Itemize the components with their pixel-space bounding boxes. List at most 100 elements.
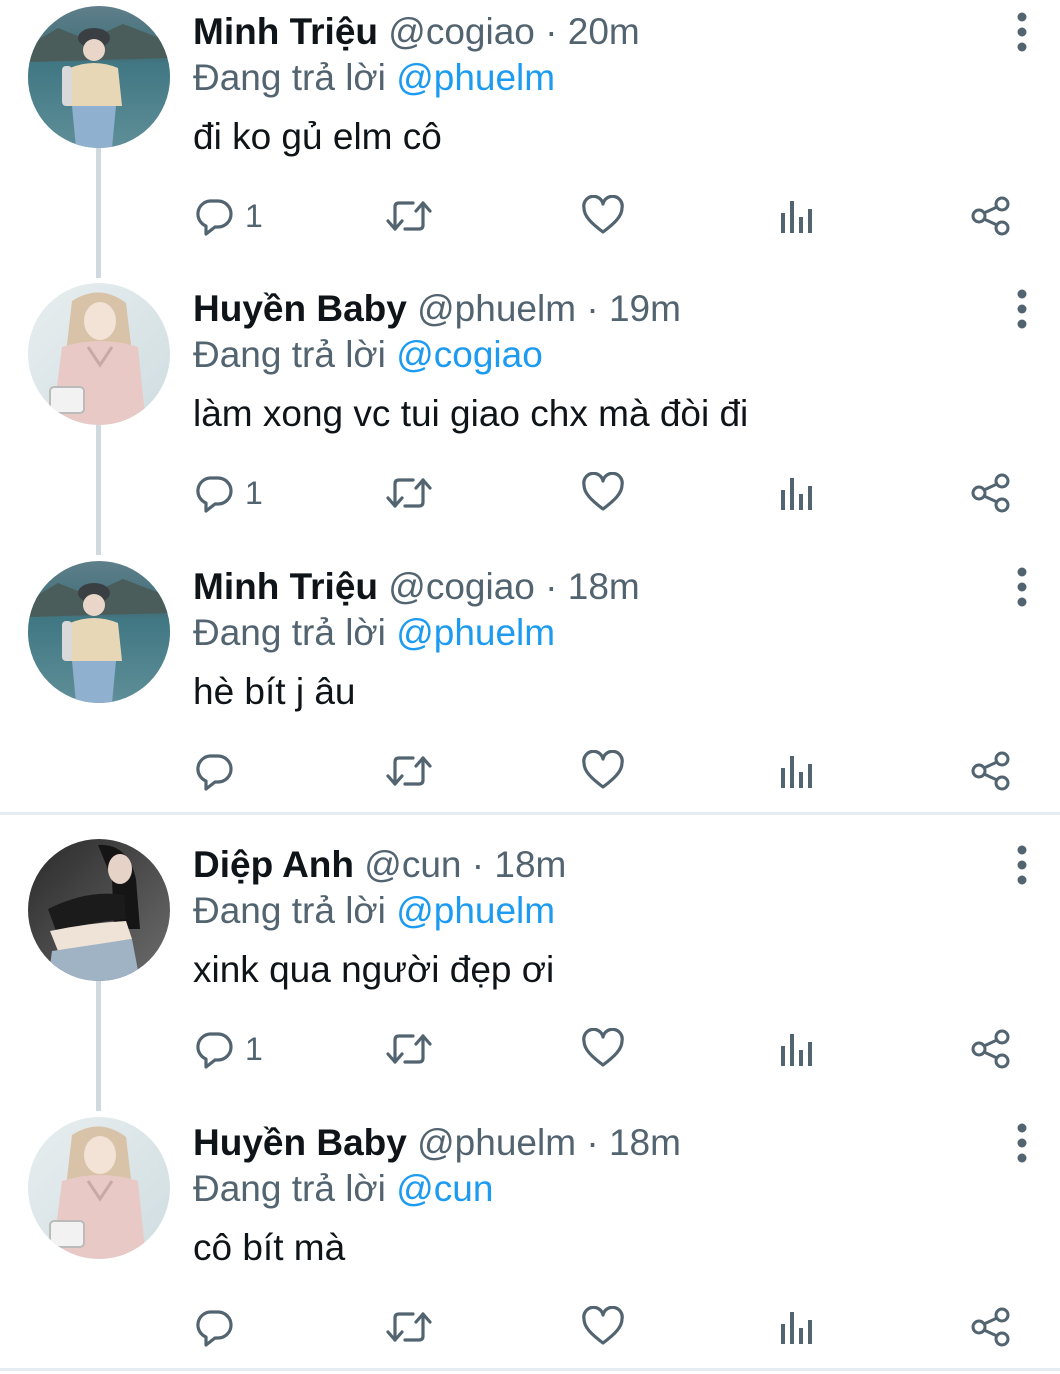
more-button[interactable]: [1002, 843, 1042, 887]
like-icon: [582, 1028, 624, 1067]
thread-divider: [0, 1368, 1060, 1371]
action-bar: 1: [0, 465, 1060, 521]
avatar[interactable]: [28, 283, 170, 425]
tweet-text: hè bít j âu: [193, 671, 356, 712]
separator-dot: ·: [586, 1122, 599, 1163]
reply-count: 1: [245, 474, 263, 511]
avatar[interactable]: [28, 6, 170, 148]
views-icon: [781, 201, 812, 233]
replying-label: Đang trả lời: [193, 57, 386, 98]
mention-link[interactable]: @phuelm: [396, 57, 555, 98]
action-bar: 1: [0, 188, 1060, 244]
timestamp[interactable]: 20m: [568, 11, 640, 52]
tweet-text: cô bít mà: [193, 1227, 346, 1268]
replying-to: Đang trả lời @cun: [193, 1167, 493, 1211]
like-icon: [582, 750, 624, 789]
replying-label: Đang trả lời: [193, 1168, 386, 1209]
retweet-button[interactable]: [385, 1021, 433, 1077]
more-button[interactable]: [1002, 10, 1042, 54]
like-button[interactable]: [581, 1299, 625, 1355]
retweet-icon: [386, 756, 432, 786]
more-icon: [1017, 1123, 1027, 1163]
retweet-button[interactable]: [385, 1299, 433, 1355]
share-icon: [971, 473, 1010, 513]
retweet-button[interactable]: [385, 188, 433, 244]
more-button[interactable]: [1002, 287, 1042, 331]
like-button[interactable]: [581, 743, 625, 799]
like-icon: [582, 195, 624, 234]
like-icon: [582, 472, 624, 511]
tweet-text: đi ko gủ elm cô: [193, 116, 442, 157]
views-button[interactable]: [778, 1299, 816, 1355]
reply-count: 1: [245, 197, 263, 234]
retweet-icon: [386, 1312, 432, 1342]
display-name[interactable]: Huyền Baby: [193, 288, 407, 329]
handle[interactable]: @cun: [364, 844, 461, 885]
retweet-icon: [386, 478, 432, 508]
share-button[interactable]: [970, 743, 1012, 799]
retweet-button[interactable]: [385, 743, 433, 799]
more-icon: [1017, 289, 1027, 329]
timestamp[interactable]: 19m: [609, 288, 681, 329]
mention-link[interactable]: @phuelm: [396, 612, 555, 653]
action-bar: [0, 1299, 1060, 1355]
mention-link[interactable]: @cun: [396, 1168, 493, 1209]
reply-button[interactable]: 1: [193, 465, 263, 521]
timestamp[interactable]: 18m: [609, 1122, 681, 1163]
like-button[interactable]: [581, 465, 625, 521]
like-button[interactable]: [581, 1021, 625, 1077]
share-icon: [971, 1029, 1010, 1069]
reply-button[interactable]: [193, 1299, 245, 1355]
share-button[interactable]: [970, 1021, 1012, 1077]
share-icon: [971, 751, 1010, 791]
views-button[interactable]: [778, 1021, 816, 1077]
display-name[interactable]: Huyền Baby: [193, 1122, 407, 1163]
share-button[interactable]: [970, 1299, 1012, 1355]
reply-icon: [196, 754, 233, 791]
handle[interactable]: @cogiao: [388, 11, 535, 52]
separator-dot: ·: [545, 566, 558, 607]
views-button[interactable]: [778, 743, 816, 799]
avatar[interactable]: [28, 839, 170, 981]
avatar[interactable]: [28, 561, 170, 703]
views-button[interactable]: [778, 188, 816, 244]
replying-to: Đang trả lời @phuelm: [193, 611, 555, 655]
reply-icon: [196, 199, 233, 236]
more-button[interactable]: [1002, 565, 1042, 609]
retweet-button[interactable]: [385, 465, 433, 521]
separator-dot: ·: [471, 844, 485, 885]
replying-label: Đang trả lời: [193, 890, 386, 931]
more-button[interactable]: [1002, 1121, 1042, 1165]
more-icon: [1017, 567, 1027, 607]
display-name[interactable]: Minh Triệu: [193, 566, 378, 607]
handle[interactable]: @cogiao: [388, 566, 535, 607]
more-icon: [1017, 845, 1027, 885]
action-bar: [0, 743, 1060, 799]
reply-icon: [196, 1310, 233, 1347]
display-name[interactable]: Minh Triệu: [193, 11, 378, 52]
tweet-text: xink qua người đẹp ơi: [193, 949, 555, 990]
views-button[interactable]: [778, 465, 816, 521]
share-button[interactable]: [970, 465, 1012, 521]
views-icon: [781, 756, 812, 788]
separator-dot: ·: [586, 288, 599, 329]
handle[interactable]: @phuelm: [417, 1122, 576, 1163]
reply-button[interactable]: [193, 743, 245, 799]
handle[interactable]: @phuelm: [417, 288, 576, 329]
share-button[interactable]: [970, 188, 1012, 244]
mention-link[interactable]: @cogiao: [396, 334, 543, 375]
replying-to: Đang trả lời @phuelm: [193, 889, 555, 933]
tweet-text: làm xong vc tui giao chx mà đòi đi: [193, 393, 749, 434]
reply-count: 1: [245, 1030, 263, 1067]
like-button[interactable]: [581, 188, 625, 244]
timestamp[interactable]: 18m: [568, 566, 640, 607]
display-name[interactable]: Diệp Anh: [193, 844, 354, 885]
mention-link[interactable]: @phuelm: [396, 890, 555, 931]
separator-dot: ·: [545, 11, 558, 52]
reply-button[interactable]: 1: [193, 1021, 263, 1077]
replying-label: Đang trả lời: [193, 612, 386, 653]
views-icon: [781, 1312, 812, 1344]
reply-button[interactable]: 1: [193, 188, 263, 244]
timestamp[interactable]: 18m: [494, 844, 566, 885]
avatar[interactable]: [28, 1117, 170, 1259]
